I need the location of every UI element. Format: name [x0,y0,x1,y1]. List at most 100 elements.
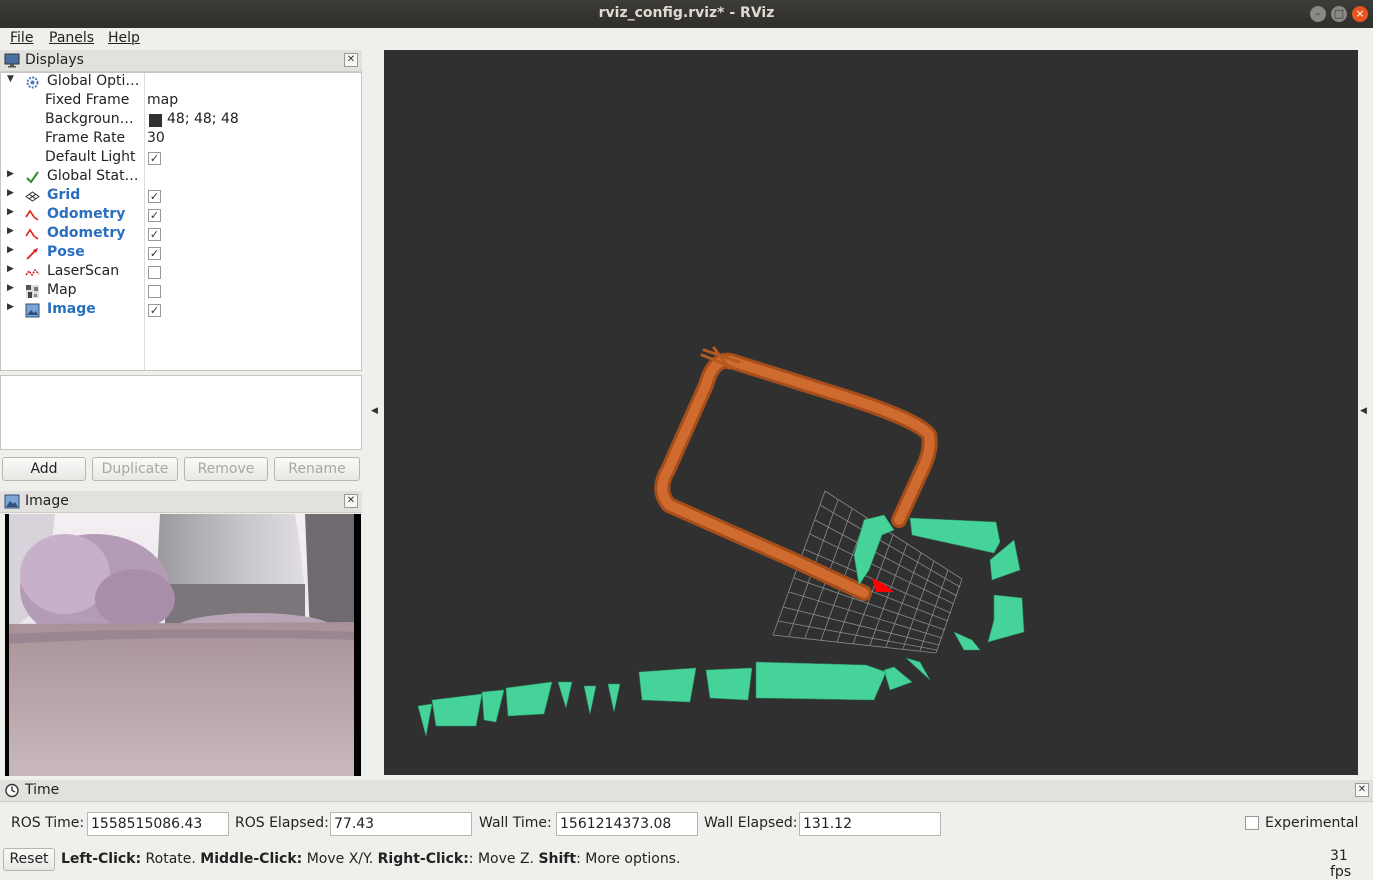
tree-row-background-color[interactable]: Backgroun… 48; 48; 48 [1,111,361,130]
window-titlebar: rviz_config.rviz* - RViz – □ × [0,0,1373,28]
expand-arrow-icon[interactable]: ▶ [7,245,14,255]
tree-row-grid[interactable]: ▶ Grid ✓ [1,187,361,206]
laserscan-enabled-checkbox[interactable] [148,266,161,279]
tree-row-odometry-1[interactable]: ▶ Odometry ✓ [1,206,361,225]
image-icon [25,303,40,318]
menubar: File Panels Help [0,28,1373,50]
pose-arrow-icon [26,248,38,260]
expand-arrow-icon[interactable]: ▶ [7,226,14,236]
tree-row-label: Image [47,301,96,317]
color-swatch[interactable] [149,114,162,127]
close-window-button[interactable]: × [1352,6,1368,22]
tree-row-global-status[interactable]: ▶ Global Stat… [1,168,361,187]
fps-readout: 31 fps [1330,848,1352,880]
image-icon [4,494,20,509]
experimental-checkbox[interactable] [1245,816,1259,830]
tree-row-laserscan[interactable]: ▶ LaserScan [1,263,361,282]
close-image-panel-button[interactable]: ✕ [344,494,358,508]
add-button[interactable]: Add [2,457,86,481]
ros-elapsed-field[interactable]: 77.43 [330,812,472,836]
map-icon [26,285,39,298]
odometry-icon [25,209,39,221]
grid-icon [25,191,40,202]
map-enabled-checkbox[interactable] [148,285,161,298]
fixed-frame-value[interactable]: map [147,92,178,108]
tree-row-image[interactable]: ▶ Image ✓ [1,301,361,320]
camera-image-view [5,514,361,776]
image-panel-header: Image ✕ [0,491,362,513]
grid-enabled-checkbox[interactable]: ✓ [148,190,161,203]
menu-file[interactable]: File [10,30,33,46]
expand-arrow-icon[interactable]: ▶ [7,169,14,179]
rename-button[interactable]: Rename [274,457,360,481]
status-hint-text: Left-Click: Rotate. Middle-Click: Move X… [61,851,681,867]
monitor-icon [4,53,20,68]
close-time-panel-button[interactable]: ✕ [1355,783,1369,797]
tree-row-global-options[interactable]: ▼ Global Opti… [1,73,361,92]
default-light-checkbox[interactable]: ✓ [148,152,161,165]
pose-enabled-checkbox[interactable]: ✓ [148,247,161,260]
clock-icon [5,783,19,798]
odometry-2-enabled-checkbox[interactable]: ✓ [148,228,161,241]
collapse-left-dock-icon[interactable]: ◀ [371,406,378,416]
duplicate-button[interactable]: Duplicate [92,457,178,481]
tree-row-label: Odometry [47,225,126,241]
tree-row-fixed-frame[interactable]: Fixed Frame map [1,92,361,111]
tree-row-label: Fixed Frame [45,92,130,108]
checkmark-icon [26,171,39,184]
expand-arrow-icon[interactable]: ▶ [7,207,14,217]
tree-row-default-light[interactable]: Default Light ✓ [1,149,361,168]
wall-time-field[interactable]: 1561214373.08 [556,812,698,836]
displays-panel-title: Displays [25,52,84,68]
tree-row-label: Default Light [45,149,136,165]
time-panel-title: Time [25,782,60,798]
menu-panels[interactable]: Panels [49,30,94,46]
tree-row-map[interactable]: ▶ Map [1,282,361,301]
wall-time-label: Wall Time: [479,815,552,831]
ros-time-field[interactable]: 1558515086.43 [87,812,229,836]
tree-row-label: Global Stat… [47,168,139,184]
expand-arrow-icon[interactable]: ▶ [7,302,14,312]
displays-tree: ▼ Global Opti… Fixed Frame map Backgroun… [0,72,362,371]
wall-elapsed-label: Wall Elapsed: [704,815,798,831]
window-title: rviz_config.rviz* - RViz [598,5,775,21]
tree-row-label: Grid [47,187,81,203]
ros-elapsed-label: ROS Elapsed: [235,815,329,831]
menu-help[interactable]: Help [108,30,140,46]
camera-image [5,514,361,776]
minimize-button[interactable]: – [1310,6,1326,22]
expand-arrow-icon[interactable]: ▶ [7,283,14,293]
displays-panel-header: Displays ✕ [0,50,362,72]
tree-row-label: Frame Rate [45,130,126,146]
odometry-1-enabled-checkbox[interactable]: ✓ [148,209,161,222]
expand-arrow-icon[interactable]: ▶ [7,188,14,198]
ros-time-label: ROS Time: [11,815,85,831]
background-color-value[interactable]: 48; 48; 48 [167,111,239,127]
time-panel-header: Time ✕ [0,780,1373,802]
tree-row-label: Pose [47,244,85,260]
tree-row-label: LaserScan [47,263,120,279]
tree-row-odometry-2[interactable]: ▶ Odometry ✓ [1,225,361,244]
experimental-label: Experimental [1265,815,1359,831]
tree-row-pose[interactable]: ▶ Pose ✓ [1,244,361,263]
reset-button[interactable]: Reset [3,848,55,871]
expand-arrow-icon[interactable]: ▼ [7,74,14,84]
tree-row-label: Odometry [47,206,126,222]
render-viewport[interactable] [384,50,1358,775]
tree-row-frame-rate[interactable]: Frame Rate 30 [1,130,361,149]
close-displays-panel-button[interactable]: ✕ [344,53,358,67]
odometry-path [654,346,938,601]
image-panel-title: Image [25,493,69,509]
remove-button[interactable]: Remove [184,457,268,481]
image-enabled-checkbox[interactable]: ✓ [148,304,161,317]
odometry-icon [25,228,39,240]
scene-3d[interactable] [384,50,1358,775]
tree-row-label: Backgroun… [45,111,134,127]
tree-row-label: Global Opti… [47,73,140,89]
maximize-button[interactable]: □ [1331,6,1347,22]
expand-arrow-icon[interactable]: ▶ [7,264,14,274]
display-description-area [0,375,362,450]
collapse-right-dock-icon[interactable]: ◀ [1360,406,1367,416]
frame-rate-value[interactable]: 30 [147,130,165,146]
wall-elapsed-field[interactable]: 131.12 [799,812,941,836]
